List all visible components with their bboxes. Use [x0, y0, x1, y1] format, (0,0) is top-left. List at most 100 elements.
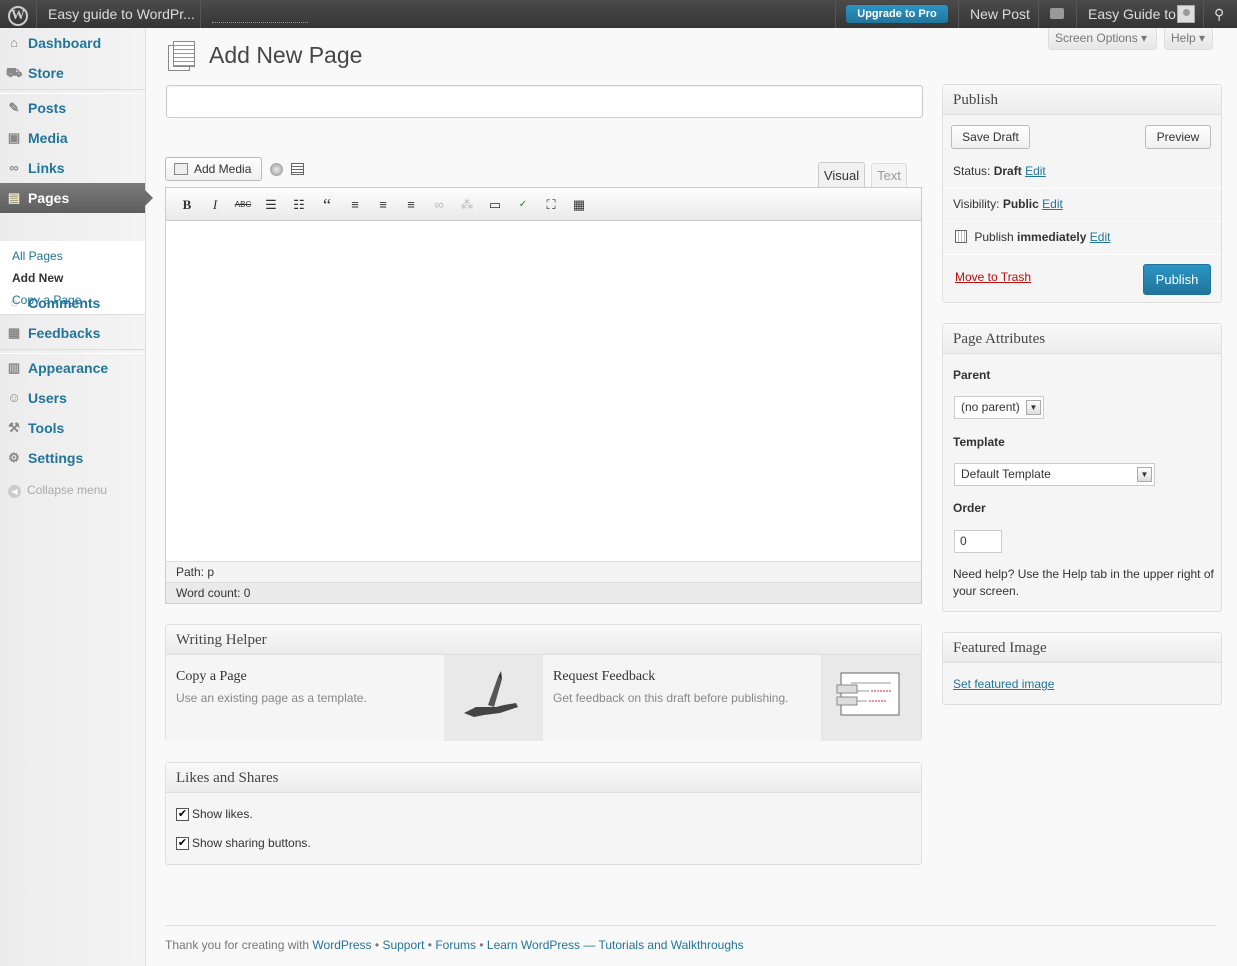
sidebar-item-tools[interactable]: ⚒ Tools: [0, 413, 145, 443]
comment-icon: ◌: [10, 295, 18, 310]
sidebar-item-pages[interactable]: ▤ Pages: [0, 183, 153, 213]
show-sharing-checkbox[interactable]: ✔: [176, 837, 189, 850]
sidebar-item-appearance[interactable]: ▥ Appearance: [0, 353, 145, 383]
sidebar-item-users[interactable]: ☺ Users: [0, 383, 145, 413]
visibility-row: Visibility: Public Edit: [953, 197, 1063, 211]
admin-bar-divider: [36, 0, 37, 28]
content-editor[interactable]: B I ABC ☰ ☷ “ ≡ ≡ ≡ ∞ ⁂ ▭ ✓ ⛶ ▦ Path: p …: [165, 187, 922, 604]
template-select[interactable]: Default Template ▼: [954, 463, 1155, 486]
page-attributes-box: Page Attributes Parent (no parent) ▼ Temp…: [942, 323, 1222, 612]
publish-heading: Publish: [943, 85, 1221, 115]
publish-box: Publish Save Draft Preview Status: Draft…: [942, 84, 1222, 303]
edit-status-link[interactable]: Edit: [1025, 164, 1046, 178]
media-icon: [174, 163, 188, 175]
tools-icon: ⚒: [8, 420, 20, 435]
admin-bar-shortlink[interactable]: [212, 19, 308, 23]
upgrade-to-pro-button[interactable]: Upgrade to Pro: [846, 5, 948, 23]
sidebar-item-media[interactable]: ▣ Media: [0, 123, 145, 153]
spellcheck-icon[interactable]: ✓: [514, 196, 532, 214]
publish-divider: [943, 188, 1221, 189]
wordpress-logo-icon[interactable]: W: [0, 0, 36, 28]
add-media-button[interactable]: Add Media: [165, 157, 262, 181]
admin-bar-divider: [835, 0, 836, 28]
screen-options-button[interactable]: Screen Options ▾: [1048, 28, 1157, 50]
strikethrough-icon[interactable]: ABC: [234, 196, 252, 214]
appearance-icon: ▥: [7, 360, 21, 375]
footer-separator: •: [424, 938, 436, 952]
footer-learn-link[interactable]: Learn WordPress — Tutorials and Walkthro…: [487, 938, 744, 952]
chevron-down-icon: ▼: [1137, 467, 1152, 482]
italic-icon[interactable]: I: [206, 196, 224, 214]
help-button[interactable]: Help ▾: [1164, 28, 1213, 50]
footer: Thank you for creating with WordPress • …: [165, 938, 744, 952]
site-name-link[interactable]: Easy guide to WordPr...: [48, 0, 195, 28]
avatar[interactable]: [1177, 5, 1195, 23]
kitchen-sink-icon[interactable]: ▦: [570, 196, 588, 214]
featured-image-heading: Featured Image: [943, 633, 1221, 663]
bullet-list-icon[interactable]: ☰: [262, 196, 280, 214]
align-right-icon[interactable]: ≡: [402, 196, 420, 214]
parent-select[interactable]: (no parent) ▼: [954, 396, 1044, 419]
link-icon: ∞: [9, 160, 19, 175]
settings-icon: ⚙: [8, 450, 20, 465]
my-account-link[interactable]: Easy Guide to: [1088, 0, 1176, 28]
save-draft-button[interactable]: Save Draft: [951, 125, 1030, 149]
new-post-link[interactable]: New Post: [970, 0, 1030, 28]
featured-image-box: Featured Image Set featured image: [942, 632, 1222, 705]
tab-text[interactable]: Text: [871, 163, 907, 187]
publish-button[interactable]: Publish: [1143, 264, 1211, 295]
cart-icon: ⛟: [6, 65, 23, 80]
sidebar-item-dashboard[interactable]: ⌂ Dashboard: [0, 28, 145, 58]
publish-label: Publish: [974, 230, 1014, 244]
request-feedback-card[interactable]: Request Feedback Get feedback on this dr…: [543, 655, 821, 741]
submenu-all-pages[interactable]: All Pages: [12, 249, 63, 263]
admin-bar-divider: [1203, 0, 1204, 28]
likes-and-shares-box: Likes and Shares ✔ Show likes. ✔ Show sh…: [165, 762, 922, 865]
edit-visibility-link[interactable]: Edit: [1042, 197, 1063, 211]
search-icon[interactable]: ⚲: [1214, 0, 1228, 28]
submenu-add-new[interactable]: Add New: [12, 271, 63, 285]
contact-form-icon[interactable]: [291, 163, 304, 175]
collapse-menu-button[interactable]: ◀ Collapse menu: [8, 483, 107, 498]
footer-separator: •: [371, 938, 383, 952]
sidebar-item-store[interactable]: ⛟ Store: [0, 58, 145, 88]
unlink-icon[interactable]: ⁂: [458, 196, 476, 214]
more-tag-icon[interactable]: ▭: [486, 196, 504, 214]
footer-thanks: Thank you for creating with: [165, 938, 310, 952]
move-to-trash-link[interactable]: Move to Trash: [955, 270, 1031, 284]
show-sharing-label: Show sharing buttons.: [192, 836, 311, 850]
parent-value: (no parent): [961, 400, 1020, 414]
link-icon[interactable]: ∞: [430, 196, 448, 214]
blockquote-icon[interactable]: “: [318, 196, 336, 214]
tab-visual[interactable]: Visual: [818, 162, 865, 188]
order-input[interactable]: 0: [954, 530, 1002, 553]
sidebar-item-comments[interactable]: ◌ Comments: [0, 288, 145, 318]
bold-icon[interactable]: B: [178, 196, 196, 214]
set-featured-image-link[interactable]: Set featured image: [953, 677, 1054, 691]
preview-button[interactable]: Preview: [1145, 125, 1211, 149]
align-center-icon[interactable]: ≡: [374, 196, 392, 214]
page-title-input[interactable]: [166, 85, 923, 118]
comments-bubble-icon[interactable]: [1048, 0, 1066, 28]
sidebar-item-links[interactable]: ∞ Links: [0, 153, 145, 183]
request-feedback-desc: Get feedback on this draft before publis…: [553, 691, 789, 705]
sidebar-item-posts[interactable]: ✎ Posts: [0, 93, 145, 123]
numbered-list-icon[interactable]: ☷: [290, 196, 308, 214]
request-feedback-title: Request Feedback: [553, 669, 656, 684]
admin-sidebar: ⌂ Dashboard ⛟ Store ✎ Posts ▣ Media ∞ Links ▤…: [0, 28, 153, 966]
sidebar-item-settings[interactable]: ⚙ Settings: [0, 443, 145, 473]
fullscreen-icon[interactable]: ⛶: [542, 196, 560, 214]
footer-forums-link[interactable]: Forums: [435, 938, 476, 952]
footer-wordpress-link[interactable]: WordPress: [312, 938, 371, 952]
edit-schedule-link[interactable]: Edit: [1090, 230, 1111, 244]
admin-bar-divider: [958, 0, 959, 28]
align-left-icon[interactable]: ≡: [346, 196, 364, 214]
poll-icon[interactable]: [270, 163, 283, 176]
admin-bar-divider: [200, 0, 201, 28]
copy-a-page-card[interactable]: Copy a Page Use an existing page as a te…: [166, 655, 444, 741]
sidebar-item-feedbacks[interactable]: ▦ Feedbacks: [0, 318, 145, 348]
copy-a-page-title: Copy a Page: [176, 669, 247, 684]
footer-support-link[interactable]: Support: [382, 938, 424, 952]
show-likes-checkbox[interactable]: ✔: [176, 808, 189, 821]
footer-divider: [165, 925, 1217, 926]
